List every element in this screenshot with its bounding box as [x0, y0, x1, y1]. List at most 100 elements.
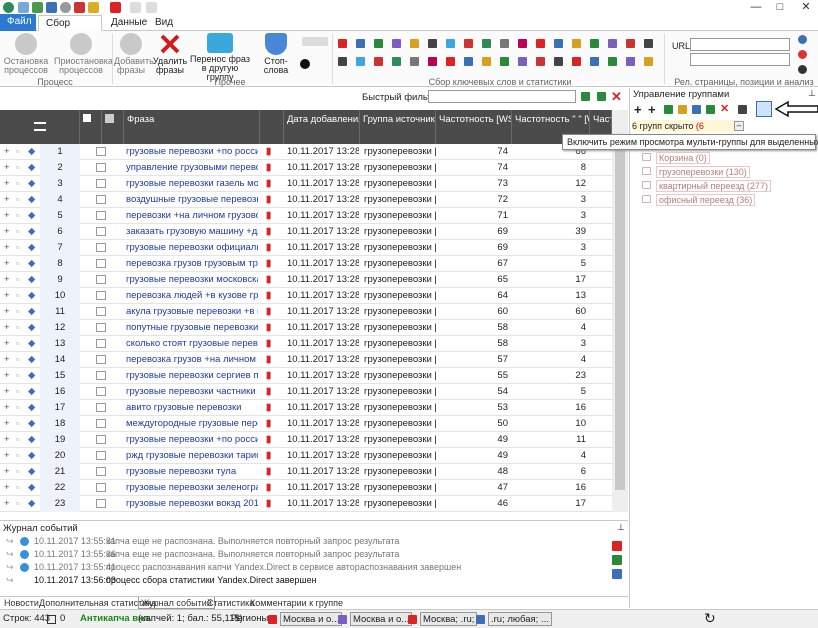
collect-tool-icon[interactable] [626, 57, 635, 66]
row-select-icon[interactable]: ▫ [16, 384, 24, 400]
row-select-icon[interactable]: ▫ [16, 368, 24, 384]
phrase-cell[interactable]: грузовые перевозки официальный сайт [126, 240, 258, 256]
expand-icon[interactable]: + [4, 368, 12, 384]
phrase-cell[interactable]: междугородные грузовые перевозки [126, 416, 258, 432]
date-header[interactable]: Дата добавления [284, 110, 360, 144]
collect-tool-icon[interactable] [428, 57, 437, 66]
table-row[interactable]: + ▫ ◆ 21 грузовые перевозки тула ▮ 10.11.2017 … [0, 464, 612, 480]
phrase-cell[interactable]: воздушные грузовые перевозки [126, 192, 258, 208]
row-select-icon[interactable]: ▫ [16, 480, 24, 496]
collect-tool-icon[interactable] [500, 39, 509, 48]
sort-count-icon[interactable] [692, 105, 701, 114]
chart-row-icon[interactable]: ▮ [266, 496, 278, 512]
chart-row-icon[interactable]: ▮ [266, 448, 278, 464]
collect-tool-icon[interactable] [392, 57, 401, 66]
row-checkbox[interactable] [96, 403, 106, 412]
save-project-icon[interactable] [46, 2, 57, 13]
phrase-cell[interactable]: грузовые перевозки частники [126, 384, 258, 400]
tab-data[interactable]: Данные [104, 15, 154, 31]
expand-icon[interactable]: + [4, 176, 12, 192]
filter-apply-icon[interactable] [581, 92, 590, 101]
expand-icon[interactable]: + [4, 416, 12, 432]
collect-tool-icon[interactable] [338, 57, 347, 66]
add-group-icon[interactable]: + [634, 102, 642, 117]
region-3[interactable]: Москва; .ru; [420, 612, 478, 626]
row-select-icon[interactable]: ▫ [16, 256, 24, 272]
row-select-icon[interactable]: ▫ [16, 176, 24, 192]
collect-tool-icon[interactable] [626, 39, 635, 48]
row-checkbox[interactable] [96, 387, 106, 396]
chart-row-icon[interactable]: ▮ [266, 400, 278, 416]
expand-icon[interactable]: + [4, 448, 12, 464]
table-row[interactable]: +▫ ◆ 18 междугородные грузовые перевозки ▮ 10… [0, 416, 612, 432]
row-checkbox[interactable] [96, 195, 106, 204]
checkbox-header[interactable] [80, 110, 102, 144]
chart-row-icon[interactable]: ▮ [266, 384, 278, 400]
table-row[interactable]: +▫ ◆ 19 грузовые перевозки +по россии цены ▮… [0, 432, 612, 448]
collect-tool-icon[interactable] [410, 57, 419, 66]
table-row[interactable]: +▫ ◆ 8 перевозка грузов грузовым транспорто… [0, 256, 612, 272]
expand-icon[interactable]: + [4, 480, 12, 496]
row-select-icon[interactable]: ▫ [16, 432, 24, 448]
table-row[interactable]: +▫ ◆ 7 грузовые перевозки официальный сайт ▮… [0, 240, 612, 256]
filter-clear-icon[interactable]: ✕ [611, 89, 622, 105]
table-row[interactable]: + ▫ ◆ 20 ржд грузовые перевозки тарифы ▮ 10.11… [0, 448, 612, 464]
row-checkbox[interactable] [96, 307, 106, 316]
phrase-cell[interactable]: перевозка грузов +на личном грузовом [126, 352, 258, 368]
expand-icon[interactable]: + [4, 464, 12, 480]
bottom-tab[interactable]: Комментарии к группе [248, 597, 345, 609]
sort-za-icon[interactable] [678, 105, 687, 114]
refresh-icon[interactable]: ↻ [704, 609, 716, 627]
collect-tool-icon[interactable] [374, 39, 383, 48]
row-checkbox[interactable] [96, 179, 106, 188]
phrase-cell[interactable]: заказать грузовую машину +для перевозки [126, 224, 258, 240]
table-row[interactable]: + ▫ ◆ 4 воздушные грузовые перевозки ▮ 10.11.2… [0, 192, 612, 208]
log-pin-icon[interactable]: ⊥ [617, 522, 625, 533]
table-row[interactable]: +▫ ◆ 3 грузовые перевозки газель москва ▮ 10.… [0, 176, 612, 192]
expand-icon[interactable]: + [4, 304, 12, 320]
collect-tool-icon[interactable] [590, 39, 599, 48]
row-select-icon[interactable]: ▫ [16, 192, 24, 208]
collect-tool-icon[interactable] [464, 57, 473, 66]
collect-tool-icon[interactable] [356, 57, 365, 66]
sort-az-icon[interactable] [664, 105, 673, 114]
table-row[interactable]: +▫ ◆ 15 грузовые перевозки сергиев посад ▮ 10… [0, 368, 612, 384]
phrase-cell[interactable]: акула грузовые перевозки +в москве [126, 304, 258, 320]
chart-row-icon[interactable]: ▮ [266, 240, 278, 256]
pin-icon[interactable] [798, 35, 807, 44]
collect-tool-icon[interactable] [446, 39, 455, 48]
row-select-icon[interactable]: ▫ [16, 320, 24, 336]
table-row[interactable]: +▫ ◆ 10 перевозка людей +в кузове грузового… [0, 288, 612, 304]
phrase-cell[interactable]: попутные грузовые перевозки [126, 320, 258, 336]
expand-icon[interactable]: + [4, 288, 12, 304]
collect-tool-icon[interactable] [356, 39, 365, 48]
hidden-groups-toggle[interactable]: – [734, 121, 744, 131]
undo-icon[interactable] [130, 2, 141, 13]
url-input[interactable] [690, 38, 790, 51]
chart-row-icon[interactable]: ▮ [266, 160, 278, 176]
row-select-icon[interactable]: ▫ [16, 208, 24, 224]
row-select-icon[interactable]: ▫ [16, 144, 24, 160]
contrast-icon[interactable] [300, 59, 310, 69]
row-select-icon[interactable]: ▫ [16, 160, 24, 176]
table-row[interactable]: +▫ ◆ 6 заказать грузовую машину +для перево… [0, 224, 612, 240]
log-clear-icon[interactable] [612, 541, 622, 551]
minimize-button[interactable]: — [744, 0, 768, 14]
chart-row-icon[interactable]: ▮ [266, 368, 278, 384]
redo-icon[interactable] [146, 2, 157, 13]
phrase-header[interactable]: Фраза [124, 110, 260, 144]
table-row[interactable]: + ▫ ◆ 16 грузовые перевозки частники ▮ 10.11.2… [0, 384, 612, 400]
row-checkbox[interactable] [96, 275, 106, 284]
row-checkbox[interactable] [96, 291, 106, 300]
collect-tool-icon[interactable] [374, 57, 383, 66]
url-input-2[interactable] [690, 53, 790, 66]
collect-tool-icon[interactable] [428, 39, 437, 48]
collect-tool-icon[interactable] [554, 39, 563, 48]
collect-tool-icon[interactable] [644, 57, 653, 66]
new-project-icon[interactable] [18, 2, 29, 13]
phrase-cell[interactable]: грузовые перевозки сергиев посад [126, 368, 258, 384]
chart-row-icon[interactable]: ▮ [266, 304, 278, 320]
table-row[interactable]: +▫ ◆ 5 перевозки +на личном грузовом авто ▮ 1… [0, 208, 612, 224]
phrase-cell[interactable]: грузовые перевозки зеленоград [126, 480, 258, 496]
table-row[interactable]: + ▫ ◆ 17 авито грузовые перевозки ▮ 10.11.2017… [0, 400, 612, 416]
